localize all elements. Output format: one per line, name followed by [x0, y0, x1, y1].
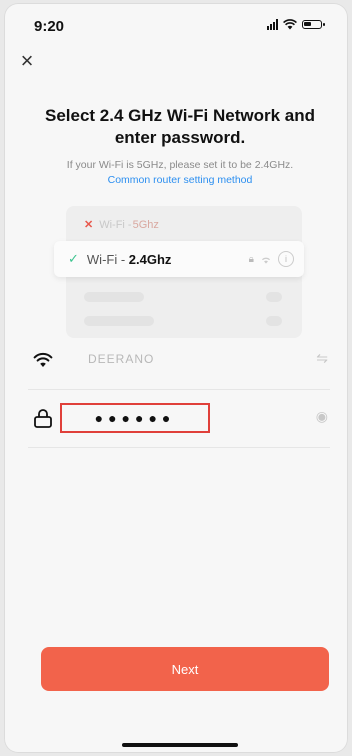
bad-network-band: 5Ghz	[132, 218, 159, 231]
next-button[interactable]: Next	[41, 647, 329, 691]
close-icon[interactable]: ×	[17, 50, 37, 72]
status-bar: 9:20	[4, 3, 348, 43]
password-input[interactable]: ●●●●●●	[60, 403, 210, 433]
subtitle-text: If your Wi-Fi is 5GHz, please set it to …	[66, 159, 294, 171]
divider	[28, 447, 330, 448]
wifi-icon	[33, 352, 53, 367]
password-value: ●●●●●●	[94, 410, 176, 426]
router-setting-link[interactable]: Common router setting method	[24, 173, 336, 188]
good-network-prefix: Wi-Fi -	[86, 251, 129, 267]
bad-network-row: ✕ Wi-Fi - 5Ghz	[84, 218, 159, 232]
blurred-row	[266, 316, 282, 326]
blurred-row	[84, 292, 144, 302]
status-time: 9:20	[34, 18, 65, 35]
wifi-name-field[interactable]: DEERANO ⇋	[32, 341, 328, 379]
blurred-row	[84, 316, 154, 326]
status-icons	[267, 19, 325, 30]
wifi-name-value: DEERANO	[88, 352, 155, 366]
eye-icon[interactable]: ◉	[316, 408, 328, 425]
lock-icon	[34, 409, 52, 428]
page-title: Select 2.4 GHz Wi-Fi Network and enter p…	[44, 106, 316, 147]
wifi-status-icon	[283, 19, 297, 30]
swap-icon[interactable]: ⇋	[316, 350, 328, 367]
battery-icon	[302, 20, 325, 29]
bad-network-prefix: Wi-Fi -	[99, 218, 132, 231]
info-icon: i	[278, 251, 294, 267]
divider	[28, 389, 330, 390]
cross-icon: ✕	[84, 219, 94, 231]
lock-small-icon: 🔒︎	[248, 253, 254, 265]
network-meta-icons: 🔒︎ i	[249, 251, 294, 267]
wifi-small-icon	[261, 257, 271, 264]
signal-icon	[267, 19, 278, 30]
home-indicator[interactable]	[122, 743, 238, 747]
good-network-card: ✓ Wi-Fi - 2.4Ghz 🔒︎ i	[54, 241, 304, 277]
good-network-label: Wi-Fi - 2.4Ghz	[87, 252, 172, 267]
phone-screen: 9:20 × Select 2.4 GHz Wi-Fi Network and …	[4, 3, 348, 753]
check-icon: ✓	[68, 251, 79, 266]
good-network-band: 2.4Ghz	[128, 251, 172, 267]
blurred-row	[266, 292, 282, 302]
